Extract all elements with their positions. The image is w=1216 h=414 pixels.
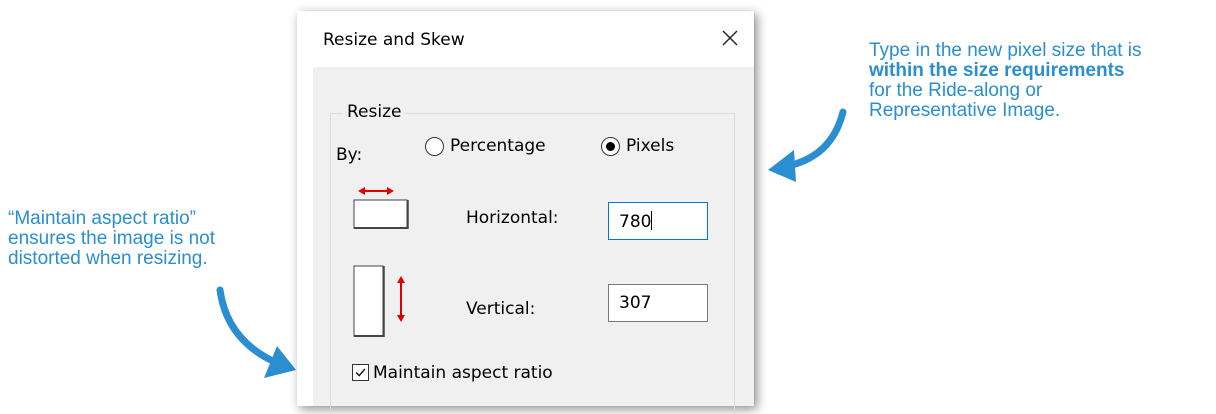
resize-skew-dialog: Resize and Skew Resize By: Percentage Pi…: [297, 11, 754, 414]
horizontal-resize-icon: [353, 187, 409, 229]
pixel-note-line-2: within the size requirements: [869, 60, 1125, 81]
horizontal-label: Horizontal:: [466, 208, 559, 228]
dialog-title: Resize and Skew: [323, 30, 465, 50]
curved-arrow-icon: [768, 108, 847, 182]
pixels-radio[interactable]: [601, 137, 620, 156]
pixel-size-note: Type in the new pixel size that is withi…: [869, 41, 1209, 121]
maintain-aspect-label[interactable]: Maintain aspect ratio: [373, 363, 553, 383]
aspect-note-line-3: distorted when resizing.: [8, 248, 208, 269]
aspect-note-line-1: “Maintain aspect ratio”: [8, 208, 196, 229]
dialog-body: Resize By: Percentage Pixels Horizontal:…: [313, 67, 754, 414]
aspect-ratio-note: “Maintain aspect ratio” ensures the imag…: [8, 209, 298, 269]
percentage-label[interactable]: Percentage: [450, 136, 546, 156]
maintain-aspect-checkbox[interactable]: [352, 364, 369, 381]
vertical-input[interactable]: 307: [608, 284, 708, 322]
horizontal-value: 780: [619, 212, 652, 232]
vertical-value: 307: [619, 293, 652, 313]
close-icon[interactable]: [717, 25, 743, 51]
text-caret: [651, 211, 653, 230]
radio-selected-dot: [606, 142, 615, 151]
dialog-titlebar[interactable]: Resize and Skew: [297, 11, 754, 67]
pixel-note-line-3: for the Ride-along or: [869, 80, 1043, 101]
horizontal-input[interactable]: 780: [608, 202, 708, 240]
percentage-radio[interactable]: [425, 137, 444, 156]
pixel-note-line-1: Type in the new pixel size that is: [869, 40, 1142, 61]
resize-group-label: Resize: [343, 102, 406, 122]
pixel-note-line-4: Representative Image.: [869, 100, 1061, 121]
by-label: By:: [336, 145, 363, 165]
aspect-note-line-2: ensures the image is not: [8, 228, 216, 249]
pixels-label[interactable]: Pixels: [626, 136, 674, 156]
vertical-resize-icon: [353, 265, 405, 337]
vertical-label: Vertical:: [466, 299, 536, 319]
